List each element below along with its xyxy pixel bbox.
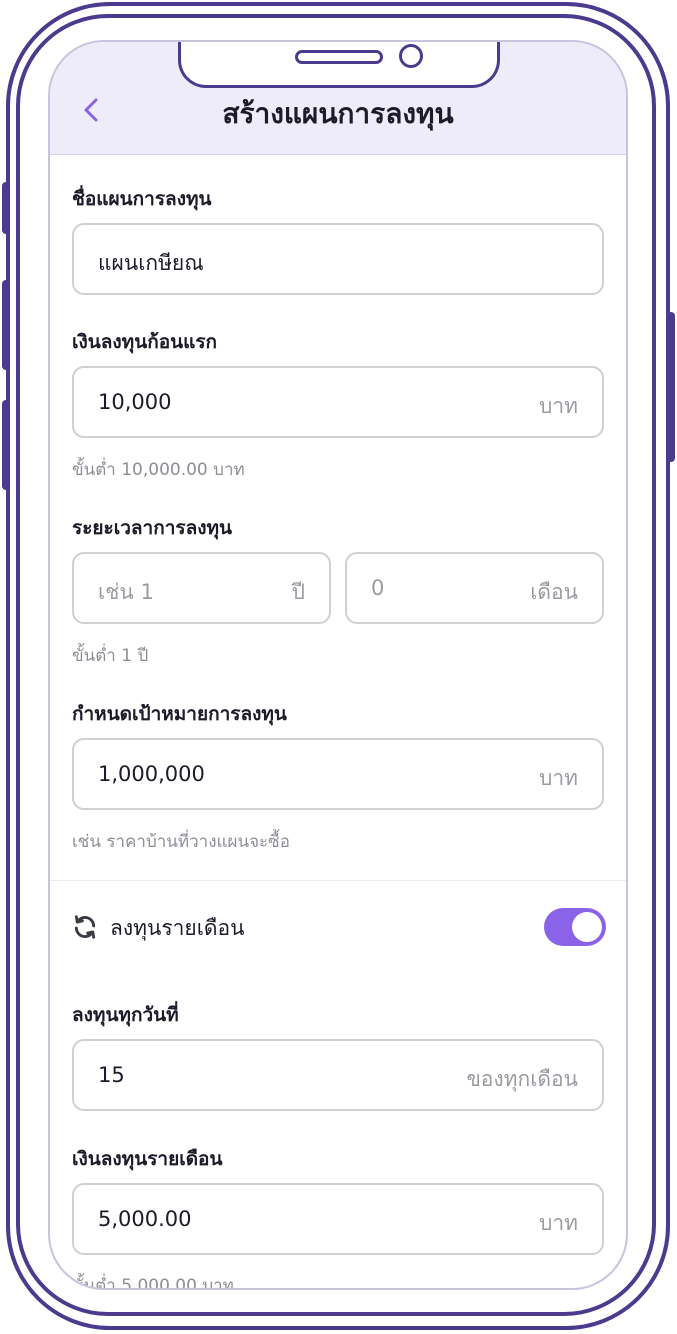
phone-side-button — [2, 400, 10, 490]
target-hint: เช่น ราคาบ้านที่วางแผนจะซื้อ — [72, 832, 290, 852]
currency-suffix: บาท — [539, 766, 578, 790]
phone-notch — [178, 42, 500, 88]
monthly-amount-hint: ขั้นต่ำ 5,000.00 บาท — [72, 1276, 234, 1290]
page-title: สร้างแผนการลงทุน — [222, 97, 454, 130]
invest-day-input[interactable]: 15 ของทุกเดือน — [72, 1039, 604, 1111]
monthly-amount-label: เงินลงทุนรายเดือน — [72, 1148, 223, 1170]
speaker-icon — [295, 50, 383, 64]
section-divider — [50, 880, 626, 881]
invest-day-label: ลงทุนทุกวันที่ — [72, 1004, 179, 1026]
duration-years-input[interactable]: เช่น 1 ปี — [72, 552, 331, 624]
plan-name-input[interactable]: แผนเกษียณ — [72, 223, 604, 295]
header-bar: สร้างแผนการลงทุน — [50, 42, 626, 155]
monthly-amount-input[interactable]: 5,000.00 บาท — [72, 1183, 604, 1255]
months-suffix: เดือน — [530, 580, 578, 604]
duration-label: ระยะเวลาการลงทุน — [72, 517, 233, 539]
duration-months-input[interactable]: 0 เดือน — [345, 552, 604, 624]
duration-months-value: 0 — [371, 576, 385, 600]
phone-side-button — [2, 182, 10, 234]
initial-investment-label: เงินลงทุนก้อนแรก — [72, 331, 218, 353]
duration-hint: ขั้นต่ำ 1 ปี — [72, 646, 149, 666]
currency-suffix: บาท — [539, 394, 578, 418]
plan-name-value: แผนเกษียณ — [98, 251, 204, 275]
monthly-investment-label: ลงทุนรายเดือน — [110, 916, 245, 940]
camera-icon — [399, 44, 423, 68]
plan-name-label: ชื่อแผนการลงทุน — [72, 188, 212, 210]
initial-investment-input[interactable]: 10,000 บาท — [72, 366, 604, 438]
app-screen: สร้างแผนการลงทุน ชื่อแผนการลงทุน แผนเกษี… — [48, 40, 628, 1290]
target-input[interactable]: 1,000,000 บาท — [72, 738, 604, 810]
phone-side-button — [2, 280, 10, 370]
refresh-icon — [74, 915, 96, 939]
monthly-amount-value: 5,000.00 — [98, 1207, 192, 1231]
currency-suffix: บาท — [539, 1211, 578, 1235]
target-label: กำหนดเป้าหมายการลงทุน — [72, 703, 287, 725]
target-value: 1,000,000 — [98, 762, 205, 786]
toggle-knob — [572, 912, 602, 942]
invest-day-suffix: ของทุกเดือน — [466, 1067, 578, 1091]
initial-investment-hint: ขั้นต่ำ 10,000.00 บาท — [72, 460, 245, 480]
phone-side-button — [667, 312, 675, 462]
initial-investment-value: 10,000 — [98, 390, 172, 414]
years-suffix: ปี — [291, 580, 305, 604]
duration-years-placeholder: เช่น 1 — [98, 580, 154, 604]
invest-day-value: 15 — [98, 1063, 125, 1087]
monthly-investment-toggle[interactable] — [544, 908, 606, 946]
